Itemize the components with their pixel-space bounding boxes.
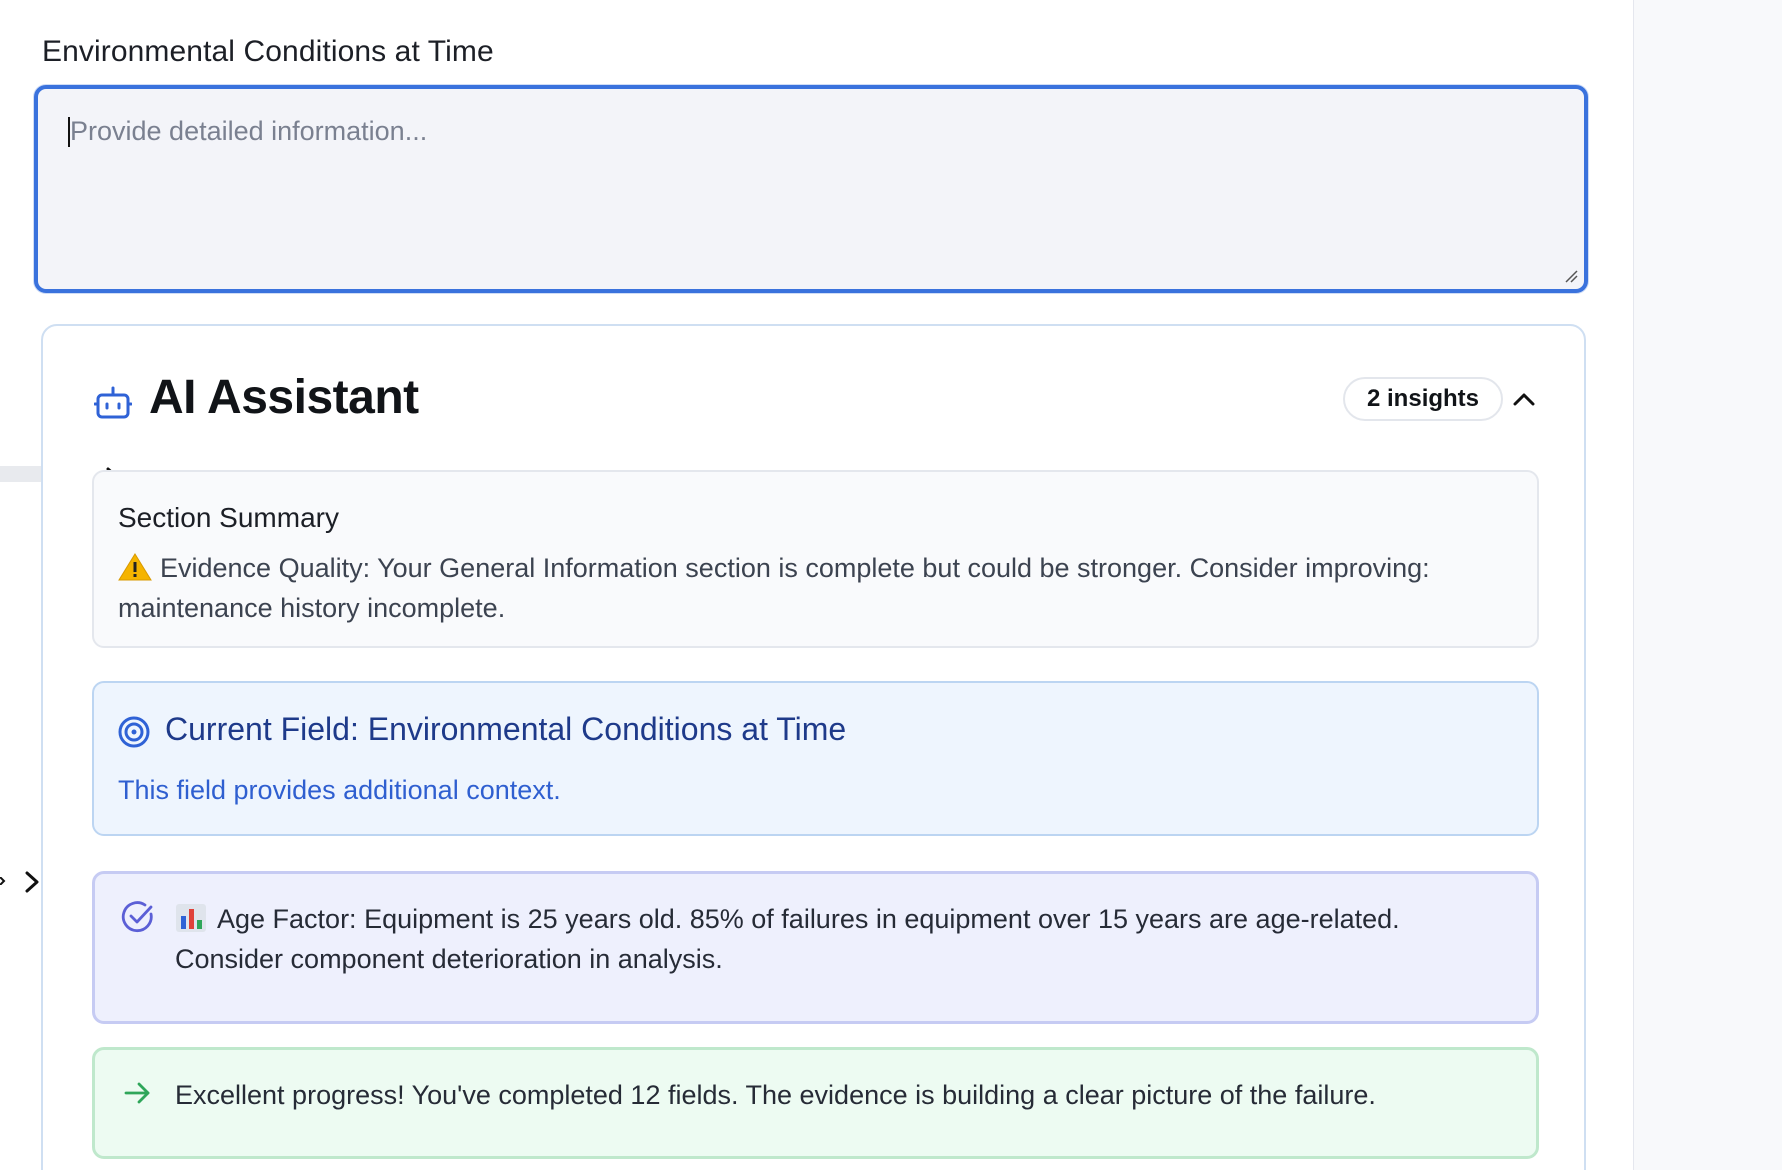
chevron-right-icon[interactable]	[22, 868, 42, 896]
insight-message-age-factor: Age Factor: Equipment is 25 years old. 8…	[175, 904, 1400, 974]
insights-count-badge: 2 insights	[1343, 377, 1504, 421]
textarea-placeholder: Provide detailed information...	[70, 116, 428, 146]
ai-assistant-panel: AI Assistant 2 insights Section Summary …	[41, 324, 1586, 1170]
insight-card-age-factor[interactable]: Age Factor: Equipment is 25 years old. 8…	[92, 871, 1539, 1024]
section-summary-title: Section Summary	[118, 502, 339, 533]
section-summary-text: Evidence Quality: Your General Informati…	[118, 548, 1498, 628]
section-summary-message: Evidence Quality: Your General Informati…	[118, 553, 1430, 623]
check-circle-icon[interactable]	[121, 900, 155, 934]
field-label: Environmental Conditions at Time	[42, 35, 494, 68]
text-caret	[68, 117, 70, 147]
current-field-description: This field provides additional context.	[118, 775, 561, 805]
resize-handle-icon[interactable]	[1564, 269, 1578, 283]
bar-chart-icon	[176, 904, 206, 932]
current-field-card: Current Field: Environmental Conditions …	[92, 681, 1539, 836]
page: Environmental Conditions at Time Provide…	[0, 0, 1782, 1170]
insight-message-progress: Excellent progress! You've completed 12 …	[175, 1080, 1376, 1110]
target-icon	[118, 716, 150, 748]
robot-icon	[94, 386, 132, 419]
insight-text: Age Factor: Equipment is 25 years old. 8…	[175, 899, 1515, 979]
environmental-conditions-textarea[interactable]: Provide detailed information...	[34, 85, 1588, 293]
warning-icon	[118, 553, 152, 581]
section-summary-card: Section Summary Evidence Quality: Your G…	[92, 470, 1539, 648]
right-side-panel	[1633, 0, 1782, 1170]
current-field-title: Current Field: Environmental Conditions …	[165, 711, 847, 747]
arrow-right-icon	[124, 1082, 150, 1104]
chevron-up-icon[interactable]	[1509, 384, 1539, 414]
insight-card-progress[interactable]: Excellent progress! You've completed 12 …	[92, 1047, 1539, 1159]
chevron-stub-icon	[0, 877, 6, 885]
ai-assistant-title: AI Assistant	[149, 371, 419, 424]
